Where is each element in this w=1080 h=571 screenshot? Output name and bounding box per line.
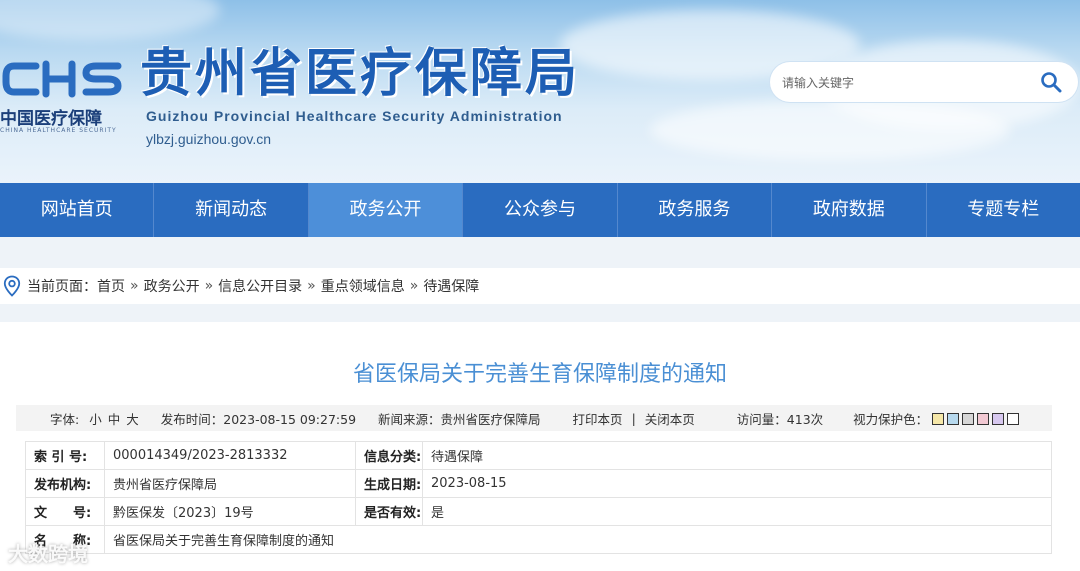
nav-item-special-topics[interactable]: 专题专栏 [927, 183, 1080, 237]
publish-time: 发布时间：2023-08-15 09:27:59 [160, 411, 357, 427]
search-icon[interactable] [1040, 71, 1062, 93]
breadcrumb-separator: » [307, 278, 316, 294]
index-value: 000014349/2023-2813332 [104, 441, 356, 470]
search-box [770, 62, 1078, 104]
breadcrumb-home[interactable]: 首页 [97, 276, 125, 296]
index-label: 索 引 号: [25, 441, 105, 470]
search-input[interactable] [780, 62, 1034, 104]
category-label: 信息分类: [355, 441, 423, 470]
chs-logo-icon[interactable] [0, 58, 125, 100]
nav-item-government-affairs[interactable]: 政务公开 [308, 183, 464, 237]
doc-number-label: 文 号: [25, 497, 105, 526]
site-url: ylbzj.guizhou.gov.cn [146, 131, 272, 147]
site-title-en: Guizhou Provincial Healthcare Security A… [146, 108, 563, 124]
breadcrumb-separator: » [409, 278, 419, 294]
nav-item-news[interactable]: 新闻动态 [154, 183, 309, 237]
font-size-label: 字体: [50, 411, 80, 427]
eye-care-swatch[interactable] [932, 413, 945, 425]
eye-care-swatch[interactable] [992, 413, 1005, 425]
date-value: 2023-08-15 [422, 469, 1052, 498]
table-row: 发布机构: 贵州省医疗保障局 生成日期: 2023-08-15 [25, 469, 1052, 498]
document-info-table: 索 引 号: 000014349/2023-2813332 信息分类: 待遇保障… [25, 441, 1052, 554]
nav-item-government-data[interactable]: 政府数据 [772, 183, 927, 237]
date-label: 生成日期: [355, 469, 423, 498]
print-page-button[interactable]: 打印本页 [573, 409, 623, 428]
site-title[interactable]: 贵州省医疗保障局 [140, 40, 580, 108]
nav-item-services[interactable]: 政务服务 [618, 183, 773, 237]
meta-divider: | [631, 410, 636, 426]
eye-care-swatch[interactable] [962, 413, 975, 425]
breadcrumb-benefits[interactable]: 待遇保障 [423, 276, 479, 296]
breadcrumb-government-affairs[interactable]: 政务公开 [144, 276, 200, 296]
nav-item-home[interactable]: 网站首页 [0, 183, 155, 237]
header-cloud [0, 0, 220, 40]
table-row: 索 引 号: 000014349/2023-2813332 信息分类: 待遇保障 [25, 441, 1052, 470]
breadcrumb: 当前页面： 首页 » 政务公开 » 信息公开目录 » 重点领域信息 » 待遇保障 [0, 268, 1080, 304]
article-panel: 省医保局关于完善生育保障制度的通知 字体: 小 中 大 发布时间：2023-08… [0, 322, 1080, 571]
news-source: 新闻来源：贵州省医疗保障局 [378, 411, 541, 427]
article-title: 省医保局关于完善生育保障制度的通知 [352, 362, 727, 387]
header-cloud [650, 100, 1010, 160]
location-pin-icon [3, 275, 21, 297]
view-count: 访问量：413次 [736, 411, 824, 427]
table-row: 文 号: 黔医保发〔2023〕19号 是否有效: 是 [25, 497, 1052, 526]
font-medium-button[interactable]: 中 [108, 409, 121, 428]
close-page-button[interactable]: 关闭本页 [645, 409, 695, 428]
main-nav: 网站首页 新闻动态 政务公开 公众参与 政务服务 政府数据 专题专栏 [0, 183, 1080, 237]
nav-item-public-participation[interactable]: 公众参与 [463, 183, 618, 237]
doc-number-value: 黔医保发〔2023〕19号 [104, 497, 356, 526]
breadcrumb-key-areas[interactable]: 重点领域信息 [321, 276, 405, 296]
table-row: 名 称: 省医保局关于完善生育保障制度的通知 [25, 525, 1052, 554]
org-label: 发布机构: [25, 469, 105, 498]
valid-value: 是 [422, 497, 1052, 526]
valid-label: 是否有效: [355, 497, 423, 526]
eye-care-swatch[interactable] [947, 413, 960, 425]
chs-logo-en: CHINA HEALTHCARE SECURITY [0, 127, 117, 134]
eye-care-swatch[interactable] [1007, 413, 1020, 425]
article-meta-bar: 字体: 小 中 大 发布时间：2023-08-15 09:27:59 新闻来源：… [16, 405, 1052, 431]
name-value: 省医保局关于完善生育保障制度的通知 [104, 525, 1052, 554]
font-small-button[interactable]: 小 [89, 409, 102, 428]
breadcrumb-separator: » [130, 278, 139, 294]
eye-care-swatches [932, 411, 1022, 426]
breadcrumb-separator: » [204, 278, 214, 294]
font-large-button[interactable]: 大 [126, 409, 139, 428]
org-value: 贵州省医疗保障局 [104, 469, 356, 498]
chs-logo-cn: 中国医疗保障 [0, 109, 102, 129]
eye-care-swatch[interactable] [977, 413, 990, 425]
watermark: 大数跨境 [8, 542, 88, 566]
breadcrumb-prefix: 当前页面： [27, 279, 97, 295]
site-header: 中国医疗保障 CHINA HEALTHCARE SECURITY 贵州省医疗保障… [0, 0, 1080, 183]
breadcrumb-disclosure-catalog[interactable]: 信息公开目录 [218, 276, 302, 296]
category-value: 待遇保障 [422, 441, 1052, 470]
eye-care-label: 视力保护色： [853, 411, 929, 427]
